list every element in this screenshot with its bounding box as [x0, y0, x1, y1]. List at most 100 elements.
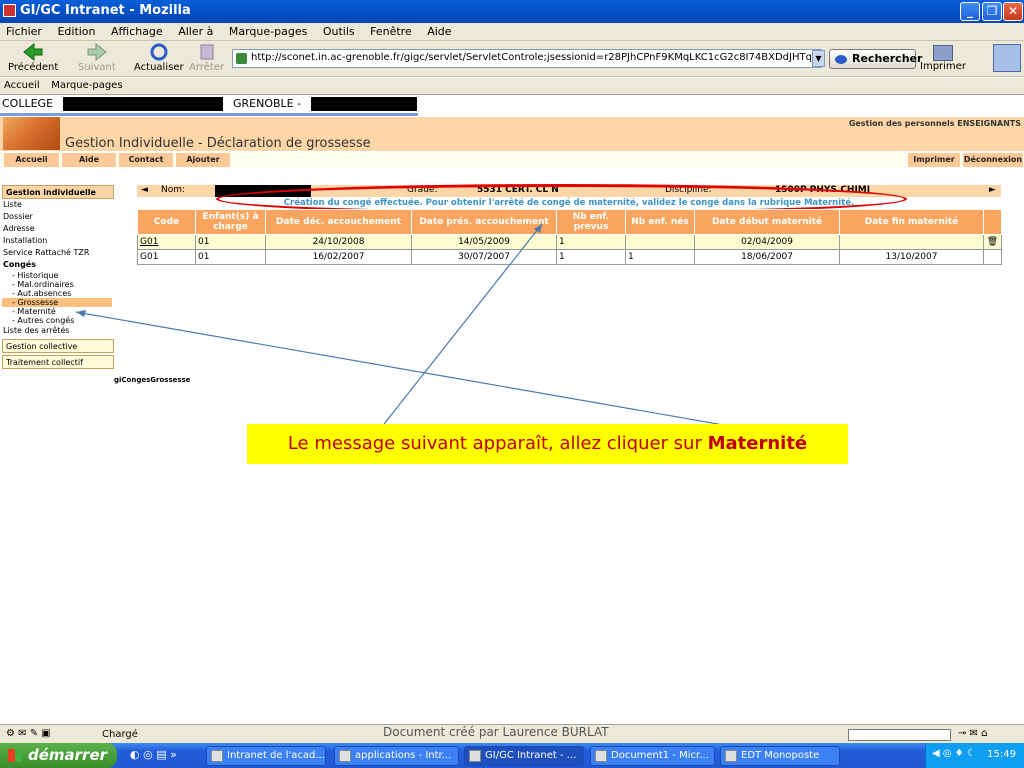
- tab-ajouter[interactable]: Ajouter: [176, 153, 230, 167]
- bookmark-accueil[interactable]: Accueil: [0, 78, 44, 91]
- page-title: Gestion Individuelle - Déclaration de gr…: [65, 136, 371, 151]
- delete-icon[interactable]: 🗑: [983, 234, 1002, 250]
- task-document1-word[interactable]: Document1 - Micr...: [590, 746, 715, 766]
- reload-button[interactable]: Actualiser: [134, 43, 184, 73]
- sidebar: Gestion individuelle Liste Dossier Adres…: [2, 185, 114, 369]
- prev-arrow-icon[interactable]: ◄: [141, 185, 148, 195]
- sidebar-item-adresse[interactable]: Adresse: [2, 223, 114, 235]
- cell: 18/06/2007: [694, 249, 840, 265]
- col-enfants: Enfant(s) à charge: [195, 209, 266, 235]
- menu-aller[interactable]: Aller à: [172, 23, 219, 40]
- sidebar-sub-historique[interactable]: - Historique: [2, 271, 114, 280]
- cell: 14/05/2009: [411, 234, 557, 250]
- task-intranet-acad[interactable]: Intranet de l'acad...: [206, 746, 326, 766]
- callout-text: Le message suivant apparaît, allez cliqu…: [287, 433, 708, 454]
- tab-imprimer[interactable]: Imprimer: [908, 153, 960, 167]
- close-button[interactable]: ✕: [1003, 2, 1023, 21]
- throbber-icon: [993, 44, 1021, 72]
- divider: [0, 113, 418, 116]
- sidebar-section-traitement-collectif[interactable]: Traitement collectif: [2, 355, 114, 369]
- status-text: Chargé: [102, 729, 138, 740]
- task-applications[interactable]: applications - Intr...: [334, 746, 459, 766]
- task-edt-monoposte[interactable]: EDT Monoposte: [720, 746, 840, 766]
- start-button[interactable]: démarrer: [0, 743, 117, 768]
- page-content: COLLEGE GRENOBLE - Gestion Individuelle …: [0, 96, 1024, 724]
- table-row[interactable]: G01 01 24/10/2008 14/05/2009 1 02/04/200…: [137, 234, 1002, 250]
- clock: 15:49: [987, 749, 1016, 760]
- col-date-fin: Date fin maternité: [839, 209, 984, 235]
- windows-flag-icon: [8, 749, 22, 762]
- task-icon: [211, 750, 223, 762]
- print-button[interactable]: Imprimer: [920, 45, 966, 72]
- printer-icon: [932, 45, 953, 61]
- task-label: Intranet de l'acad...: [227, 750, 325, 761]
- task-icon: [469, 750, 481, 762]
- page-header: Gestion Individuelle - Déclaration de gr…: [0, 117, 1024, 151]
- sidebar-section-gestion-collective[interactable]: Gestion collective: [2, 339, 114, 353]
- sidebar-item-liste[interactable]: Liste: [2, 199, 114, 211]
- bookmark-marque-pages[interactable]: Marque-pages: [47, 78, 126, 91]
- window-title-bar[interactable]: GI/GC Intranet - Mozilla _ ❐ ✕: [0, 0, 1024, 23]
- task-label: EDT Monoposte: [741, 750, 820, 761]
- sidebar-section-gestion-individuelle[interactable]: Gestion individuelle: [2, 185, 114, 199]
- menu-affichage[interactable]: Affichage: [105, 23, 169, 40]
- forward-label: Suivant: [78, 62, 116, 73]
- sidebar-sub-autres-conges[interactable]: - Autres congés: [2, 316, 114, 325]
- establishment-strip: COLLEGE GRENOBLE -: [0, 96, 418, 112]
- col-actions: [983, 209, 1002, 235]
- next-arrow-icon[interactable]: ►: [989, 185, 996, 195]
- sidebar-item-dossier[interactable]: Dossier: [2, 211, 114, 223]
- sidebar-sub-aut-absences[interactable]: - Aut.absences: [2, 289, 114, 298]
- screen-code: giCongesGrossesse: [114, 376, 191, 384]
- cell: 1: [556, 234, 626, 250]
- menu-outils[interactable]: Outils: [317, 23, 361, 40]
- url-input[interactable]: http://sconet.in.ac-grenoble.fr/gigc/ser…: [232, 49, 822, 68]
- sidebar-sub-maternite[interactable]: - Maternité: [2, 307, 114, 316]
- pregnancy-table: Code Enfant(s) à charge Date déc. accouc…: [137, 209, 1002, 265]
- col-nb-prevus: Nb enf. prevus: [556, 209, 626, 235]
- forward-arrow-icon: [86, 42, 108, 62]
- search-button[interactable]: Rechercher: [829, 49, 922, 69]
- tab-aide[interactable]: Aide: [62, 153, 116, 167]
- menu-fichier[interactable]: Fichier: [0, 23, 48, 40]
- task-label: Document1 - Micr...: [611, 750, 709, 761]
- search-icon: [835, 55, 847, 64]
- tab-contact[interactable]: Contact: [119, 153, 173, 167]
- menu-edition[interactable]: Edition: [51, 23, 101, 40]
- menu-marque-pages[interactable]: Marque-pages: [223, 23, 313, 40]
- status-bar: ⚙ ✉ ✎ ▣ Chargé Document créé par Laurenc…: [0, 724, 1024, 743]
- menu-aide[interactable]: Aide: [421, 23, 457, 40]
- stop-button[interactable]: Arrêter: [189, 43, 224, 73]
- quick-launch-icons[interactable]: ◐ ◎ ▤ »: [130, 748, 177, 761]
- arrow-to-maternite: [75, 311, 776, 435]
- taskbar: démarrer ◐ ◎ ▤ » Intranet de l'acad... a…: [0, 743, 1024, 768]
- minimize-button[interactable]: _: [960, 2, 980, 21]
- college-label: COLLEGE: [2, 97, 54, 110]
- forward-button[interactable]: Suivant: [78, 42, 116, 73]
- sidebar-sub-mal-ordinaires[interactable]: - Mal.ordinaires: [2, 280, 114, 289]
- sidebar-sub-grossesse[interactable]: - Grossesse: [2, 298, 112, 307]
- tray-icons[interactable]: ◀ ◎ ♦ ☾: [932, 748, 976, 759]
- tab-accueil[interactable]: Accueil: [4, 153, 59, 167]
- back-button[interactable]: Précédent: [8, 42, 58, 73]
- cell: 24/10/2008: [265, 234, 412, 250]
- col-date-debut: Date début maternité: [694, 209, 840, 235]
- url-dropdown-button[interactable]: ▼: [812, 50, 825, 67]
- maximize-button[interactable]: ❐: [982, 2, 1002, 21]
- sidebar-item-conges[interactable]: Congés: [2, 259, 114, 271]
- task-gigc-intranet[interactable]: GI/GC Intranet - ...: [464, 746, 584, 766]
- sidebar-item-liste-arretes[interactable]: Liste des arrêtés: [2, 325, 114, 337]
- menu-fenetre[interactable]: Fenêtre: [364, 23, 418, 40]
- back-arrow-icon: [22, 42, 44, 62]
- url-text: http://sconet.in.ac-grenoble.fr/gigc/ser…: [251, 52, 822, 63]
- tab-deconnexion[interactable]: Déconnexion: [963, 153, 1023, 167]
- bookmarks-toolbar: Accueil Marque-pages: [0, 78, 1024, 95]
- cell-code-link[interactable]: G01: [137, 234, 196, 250]
- cell: 1: [625, 249, 695, 265]
- cell: 01: [195, 234, 266, 250]
- cell: G01: [137, 249, 196, 265]
- sidebar-item-installation[interactable]: Installation: [2, 235, 114, 247]
- col-code: Code: [137, 209, 196, 235]
- sidebar-item-service-tzr[interactable]: Service Rattaché TZR: [2, 247, 114, 259]
- col-nb-nes: Nb enf. nés: [625, 209, 695, 235]
